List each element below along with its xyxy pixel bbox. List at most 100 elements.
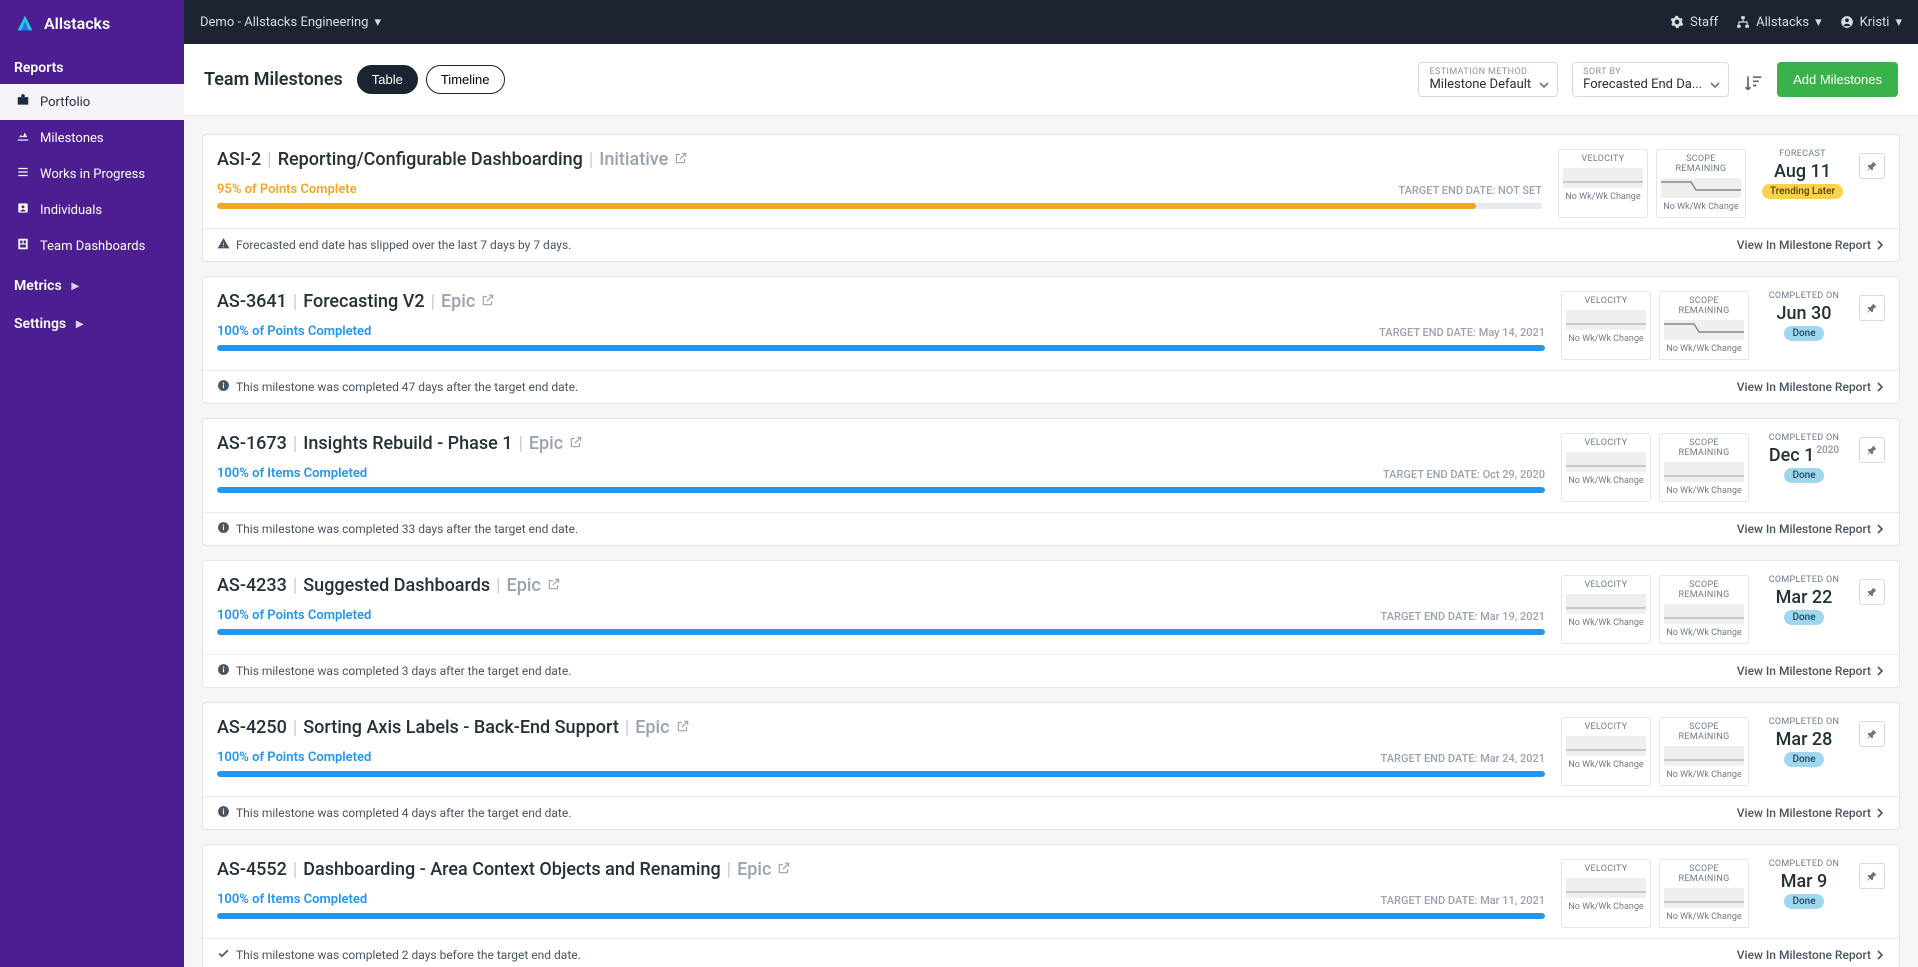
sidebar-item-team-dashboards[interactable]: Team Dashboards	[0, 228, 184, 264]
info-icon	[217, 805, 230, 821]
forecast-date: Aug 11	[1774, 161, 1831, 182]
estimation-method-dropdown[interactable]: ESTIMATION METHOD Milestone Default	[1418, 62, 1558, 97]
progress-label: 100% of Points Completed	[217, 324, 371, 339]
velocity-card: VELOCITY No Wk/Wk Change	[1558, 149, 1648, 218]
view-in-milestone-report-link[interactable]: View In Milestone Report	[1737, 238, 1885, 252]
velocity-card: VELOCITY No Wk/Wk Change	[1561, 291, 1651, 360]
chevron-down-icon	[1710, 80, 1720, 90]
status-pill: Done	[1784, 752, 1823, 767]
staff-button[interactable]: Staff	[1670, 15, 1718, 30]
pin-button[interactable]	[1859, 863, 1885, 889]
brand-name: Allstacks	[44, 14, 110, 33]
target-end-date: TARGET END DATE: Oct 29, 2020	[1383, 468, 1545, 481]
portfolio-icon	[16, 93, 30, 111]
milestone-key: AS-4250	[217, 717, 287, 738]
scope-remaining-card: SCOPE REMAINING No Wk/Wk Change	[1659, 291, 1749, 360]
sidebar-item-label: Portfolio	[40, 95, 90, 110]
status-pill: Trending Later	[1762, 184, 1843, 199]
check-icon	[217, 947, 230, 963]
pin-button[interactable]	[1859, 153, 1885, 179]
logo-icon	[14, 12, 36, 34]
milestone-title: Dashboarding - Area Context Objects and …	[303, 859, 720, 880]
milestone-card: ASI-2 | Reporting/Configurable Dashboard…	[202, 134, 1900, 262]
external-link-icon[interactable]	[547, 575, 561, 596]
footer-message: This milestone was completed 3 days afte…	[236, 664, 571, 678]
scope-remaining-card: SCOPE REMAINING No Wk/Wk Change	[1659, 717, 1749, 786]
milestone-card: AS-4233 | Suggested Dashboards | Epic 10…	[202, 560, 1900, 688]
add-milestones-button[interactable]: Add Milestones	[1777, 62, 1898, 97]
progress-label: 95% of Points Complete	[217, 182, 357, 197]
sidebar-item-portfolio[interactable]: Portfolio	[0, 84, 184, 120]
sort-by-dropdown[interactable]: SORT BY Forecasted End Da...	[1572, 62, 1729, 97]
target-end-date: TARGET END DATE: NOT SET	[1398, 184, 1542, 197]
pin-button[interactable]	[1859, 295, 1885, 321]
pin-button[interactable]	[1859, 721, 1885, 747]
info-icon	[217, 379, 230, 395]
forecast-date: Mar 9	[1781, 871, 1828, 892]
sidebar-item-milestones[interactable]: Milestones	[0, 120, 184, 156]
external-link-icon[interactable]	[674, 149, 688, 170]
milestone-type: Epic	[441, 291, 475, 312]
sort-direction-button[interactable]	[1743, 73, 1763, 97]
page-title: Team Milestones	[204, 69, 343, 90]
milestone-type: Epic	[737, 859, 771, 880]
external-link-icon[interactable]	[777, 859, 791, 880]
user-menu[interactable]: Kristi ▾	[1840, 15, 1902, 30]
user-circle-icon	[1840, 15, 1854, 29]
brand: Allstacks	[0, 0, 184, 46]
forecast-date: Mar 28	[1776, 729, 1833, 750]
scope-remaining-card: SCOPE REMAINING No Wk/Wk Change	[1659, 433, 1749, 502]
tab-timeline[interactable]: Timeline	[426, 65, 505, 94]
chevron-down-icon: ▾	[1815, 15, 1822, 30]
org-selector[interactable]: Demo - Allstacks Engineering ▾	[200, 15, 381, 30]
milestone-title: Sorting Axis Labels - Back-End Support	[303, 717, 619, 738]
forecast-column: COMPLETED ON Dec 12020 Done	[1765, 433, 1843, 502]
info-icon	[217, 521, 230, 537]
sidebar-section-reports[interactable]: Reports	[0, 46, 184, 84]
target-end-date: TARGET END DATE: Mar 19, 2021	[1381, 610, 1545, 623]
milestone-type: Epic	[507, 575, 541, 596]
chevron-down-icon: ▾	[1895, 15, 1902, 30]
milestone-card: AS-3641 | Forecasting V2 | Epic 100% of …	[202, 276, 1900, 404]
works-in-progress-icon	[16, 165, 30, 183]
topbar: Demo - Allstacks Engineering ▾ Staff All…	[184, 0, 1918, 44]
view-in-milestone-report-link[interactable]: View In Milestone Report	[1737, 664, 1885, 678]
milestone-key: AS-4552	[217, 859, 287, 880]
sidebar-item-individuals[interactable]: Individuals	[0, 192, 184, 228]
external-link-icon[interactable]	[481, 291, 495, 312]
tab-table[interactable]: Table	[357, 65, 418, 94]
milestone-key: AS-1673	[217, 433, 287, 454]
external-link-icon[interactable]	[569, 433, 583, 454]
scope-remaining-card: SCOPE REMAINING No Wk/Wk Change	[1656, 149, 1746, 218]
scope-remaining-card: SCOPE REMAINING No Wk/Wk Change	[1659, 859, 1749, 928]
status-pill: Done	[1784, 894, 1823, 909]
view-in-milestone-report-link[interactable]: View In Milestone Report	[1737, 522, 1885, 536]
product-menu[interactable]: Allstacks ▾	[1736, 15, 1821, 30]
forecast-column: COMPLETED ON Mar 22 Done	[1765, 575, 1843, 644]
milestone-type: Epic	[635, 717, 669, 738]
warn-icon	[217, 237, 230, 253]
milestone-card: AS-4250 | Sorting Axis Labels - Back-End…	[202, 702, 1900, 830]
chevron-down-icon: ▾	[375, 15, 382, 30]
footer-message: Forecasted end date has slipped over the…	[236, 238, 571, 252]
footer-message: This milestone was completed 4 days afte…	[236, 806, 571, 820]
view-in-milestone-report-link[interactable]: View In Milestone Report	[1737, 948, 1885, 962]
progress-bar	[217, 771, 1545, 777]
footer-message: This milestone was completed 33 days aft…	[236, 522, 578, 536]
view-in-milestone-report-link[interactable]: View In Milestone Report	[1737, 380, 1885, 394]
pin-button[interactable]	[1859, 579, 1885, 605]
target-end-date: TARGET END DATE: May 14, 2021	[1379, 326, 1545, 339]
sitemap-icon	[1736, 15, 1750, 29]
view-toggle: Table Timeline	[357, 65, 505, 94]
milestone-type: Epic	[529, 433, 563, 454]
progress-bar	[217, 487, 1545, 493]
milestone-key: ASI-2	[217, 149, 261, 170]
sidebar-section-settings[interactable]: Settings ▸	[0, 302, 184, 340]
view-in-milestone-report-link[interactable]: View In Milestone Report	[1737, 806, 1885, 820]
external-link-icon[interactable]	[676, 717, 690, 738]
pin-button[interactable]	[1859, 437, 1885, 463]
sidebar-item-works-in-progress[interactable]: Works in Progress	[0, 156, 184, 192]
sidebar-section-metrics[interactable]: Metrics ▸	[0, 264, 184, 302]
velocity-card: VELOCITY No Wk/Wk Change	[1561, 859, 1651, 928]
milestone-key: AS-4233	[217, 575, 287, 596]
